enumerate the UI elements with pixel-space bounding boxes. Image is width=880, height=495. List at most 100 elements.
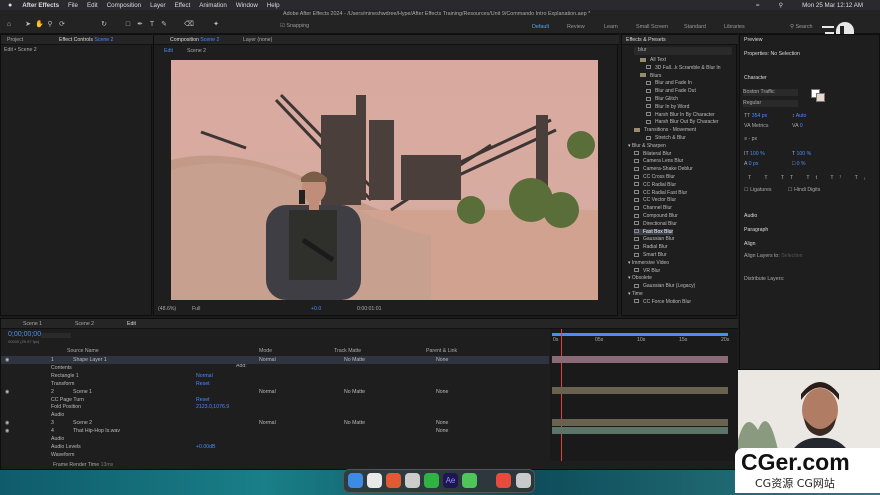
effect-item[interactable]: Smart Blur — [634, 252, 667, 258]
workspace-default[interactable]: Default — [532, 24, 549, 30]
timeline-tab-edit[interactable]: Edit — [127, 321, 136, 327]
effect-item[interactable]: Blur Glitch — [646, 96, 678, 102]
workspace-review[interactable]: Review — [567, 24, 585, 30]
property-name[interactable]: Waveform — [51, 452, 74, 458]
timeline-layer-row[interactable]: ◉ 1 Shape Layer 1 Normal No Matte None — [1, 356, 549, 364]
hindi-digits-checkbox[interactable]: ☐ Hindi Digits — [788, 187, 820, 193]
property-name[interactable]: Audio — [51, 412, 64, 418]
breadcrumb-scene-2[interactable]: Scene 2 — [187, 48, 206, 54]
character-panel-title[interactable]: Character — [744, 75, 767, 81]
help-search-field[interactable]: ⚲ Search — [790, 24, 813, 30]
effect-item[interactable]: Harsh Blur In By Character — [646, 112, 715, 118]
effect-item[interactable]: Radial Blur — [634, 244, 667, 250]
preset-folder[interactable]: Transitions - Movement — [634, 127, 696, 133]
workspace-learn[interactable]: Learn — [604, 24, 618, 30]
timeline-property-row[interactable]: Contents — [1, 364, 549, 372]
menu-app-name[interactable]: After Effects — [22, 2, 59, 9]
effect-category[interactable]: ▾ Obsolete — [628, 275, 652, 281]
visibility-eye-icon[interactable]: ◉ — [5, 357, 10, 363]
playhead[interactable] — [561, 329, 562, 461]
audio-panel-title[interactable]: Audio — [744, 213, 757, 219]
effect-category[interactable]: ▾ Immersive Video — [628, 260, 669, 266]
timeline-layer-row[interactable]: ◉ 4 That Hip-Hop Is.wav None — [1, 427, 549, 435]
parent-dropdown[interactable]: None — [436, 420, 448, 426]
snapping-checkbox[interactable]: ☑ Snapping — [280, 23, 309, 29]
eraser-tool-icon[interactable]: ⌫ — [184, 21, 194, 29]
layer-duration-bar[interactable] — [552, 419, 728, 426]
vertical-scale-field[interactable]: IT 100 % — [744, 151, 765, 157]
effect-item[interactable]: CC Vector Blur — [634, 197, 676, 203]
effect-item[interactable]: CC Radial Blur — [634, 182, 676, 188]
breadcrumb-edit[interactable]: Edit — [164, 48, 173, 54]
effect-item[interactable]: Gaussian Blur (Legacy) — [634, 283, 695, 289]
track-matte-dropdown[interactable]: No Matte — [344, 420, 365, 426]
preset-folder[interactable]: All Text — [640, 57, 666, 63]
type-style-buttons[interactable]: T T TT Tt T¹ T₁ — [748, 175, 872, 181]
effect-item[interactable]: CC Force Motion Blur — [634, 299, 691, 305]
layer-name[interactable]: Shape Layer 1 — [73, 357, 107, 363]
tsume-field[interactable]: □ 0 % — [792, 161, 806, 167]
layer-mode-dropdown[interactable]: Normal — [259, 357, 276, 363]
orbit-tool-icon[interactable]: ⟳ — [58, 21, 66, 29]
property-name[interactable]: Audio — [51, 436, 64, 442]
layer-name[interactable]: Scene 2 — [73, 420, 92, 426]
property-name[interactable]: Fold Position — [51, 404, 81, 410]
layer-duration-bar[interactable] — [552, 387, 728, 394]
tracking-field[interactable]: VA 0 — [792, 123, 803, 129]
layer-name[interactable]: That Hip-Hop Is.wav — [73, 428, 120, 434]
workspace-standard[interactable]: Standard — [684, 24, 706, 30]
layer-duration-bar[interactable] — [552, 427, 728, 434]
visibility-eye-icon[interactable]: ◉ — [5, 420, 10, 426]
effect-item[interactable]: Blur In by Word — [646, 104, 689, 110]
trash-icon[interactable] — [516, 473, 531, 488]
tab-project[interactable]: Project — [7, 37, 23, 43]
menu-composition[interactable]: Composition — [107, 2, 141, 9]
type-tool-icon[interactable]: T — [148, 21, 156, 29]
property-value[interactable]: +0.00dB — [196, 444, 215, 450]
timeline-tab-scene-2[interactable]: Scene 2 — [75, 321, 94, 327]
ligatures-checkbox[interactable]: ☐ Ligatures — [744, 187, 771, 193]
preview-panel-title[interactable]: Preview — [744, 37, 762, 43]
font-family-dropdown[interactable]: Boston Traffic — [743, 89, 798, 96]
clock-datetime[interactable]: Mon 25 Mar 12:12 AM — [802, 2, 863, 9]
effect-item[interactable]: Camera-Shake Deblur — [634, 166, 693, 172]
property-name[interactable]: Rectangle 1 — [51, 373, 79, 379]
timeline-property-row[interactable]: Fold Position 2123.0,1076.9 — [1, 403, 549, 411]
property-value[interactable]: 2123.0,1076.9 — [196, 404, 229, 410]
timeline-property-row[interactable]: Rectangle 1 Normal — [1, 372, 549, 380]
effect-item[interactable]: Directional Blur — [634, 221, 677, 227]
baseline-shift-field[interactable]: A 0 px — [744, 161, 758, 167]
effect-item[interactable]: Camera Lens Blur — [634, 158, 683, 164]
layer-duration-bar[interactable] — [552, 356, 728, 363]
property-name[interactable]: Audio Levels — [51, 444, 81, 450]
menu-effect[interactable]: Effect — [175, 2, 191, 9]
effect-item[interactable]: Blur and Fade In — [646, 80, 692, 86]
timeline-timecode[interactable]: 0;00;00;00 — [8, 331, 41, 338]
parent-dropdown[interactable]: None — [436, 389, 448, 395]
finder-icon[interactable] — [348, 473, 363, 488]
exposure-value[interactable]: +0.0 — [311, 306, 321, 312]
effect-item[interactable]: 3D Fall...k Scramble & Blur In — [646, 65, 721, 71]
horizontal-scale-field[interactable]: T 100 % — [792, 151, 811, 157]
visibility-eye-icon[interactable]: ◉ — [5, 428, 10, 434]
search-icon[interactable]: ⚲ — [779, 2, 784, 9]
messages-icon[interactable] — [462, 473, 477, 488]
brave-browser-icon[interactable] — [386, 473, 401, 488]
timeline-property-row[interactable]: Audio — [1, 411, 549, 419]
after-effects-icon[interactable]: Ae — [443, 473, 458, 488]
effect-item[interactable]: Harsh Blur Out By Character — [646, 119, 719, 125]
timeline-search-input[interactable] — [41, 333, 71, 338]
stroke-width-field[interactable]: ≡ - px — [744, 136, 757, 142]
effect-item[interactable]: CC Cross Blur — [634, 174, 675, 180]
visibility-eye-icon[interactable]: ◉ — [5, 389, 10, 395]
timeline-property-row[interactable]: Waveform — [1, 451, 549, 459]
effect-category[interactable]: ▾ Blur & Sharpen — [628, 143, 666, 149]
property-value[interactable]: Reset — [196, 397, 210, 403]
comp-viewer-image[interactable] — [171, 60, 598, 300]
menu-animation[interactable]: Animation — [199, 2, 227, 9]
effect-item[interactable]: Channel Blur — [634, 205, 672, 211]
effects-panel-title[interactable]: Effects & Presets — [626, 37, 666, 43]
zoom-dropdown[interactable]: (48.6%) — [158, 306, 176, 312]
effect-category[interactable]: ▾ Time — [628, 291, 643, 297]
menu-edit[interactable]: Edit — [87, 2, 98, 9]
